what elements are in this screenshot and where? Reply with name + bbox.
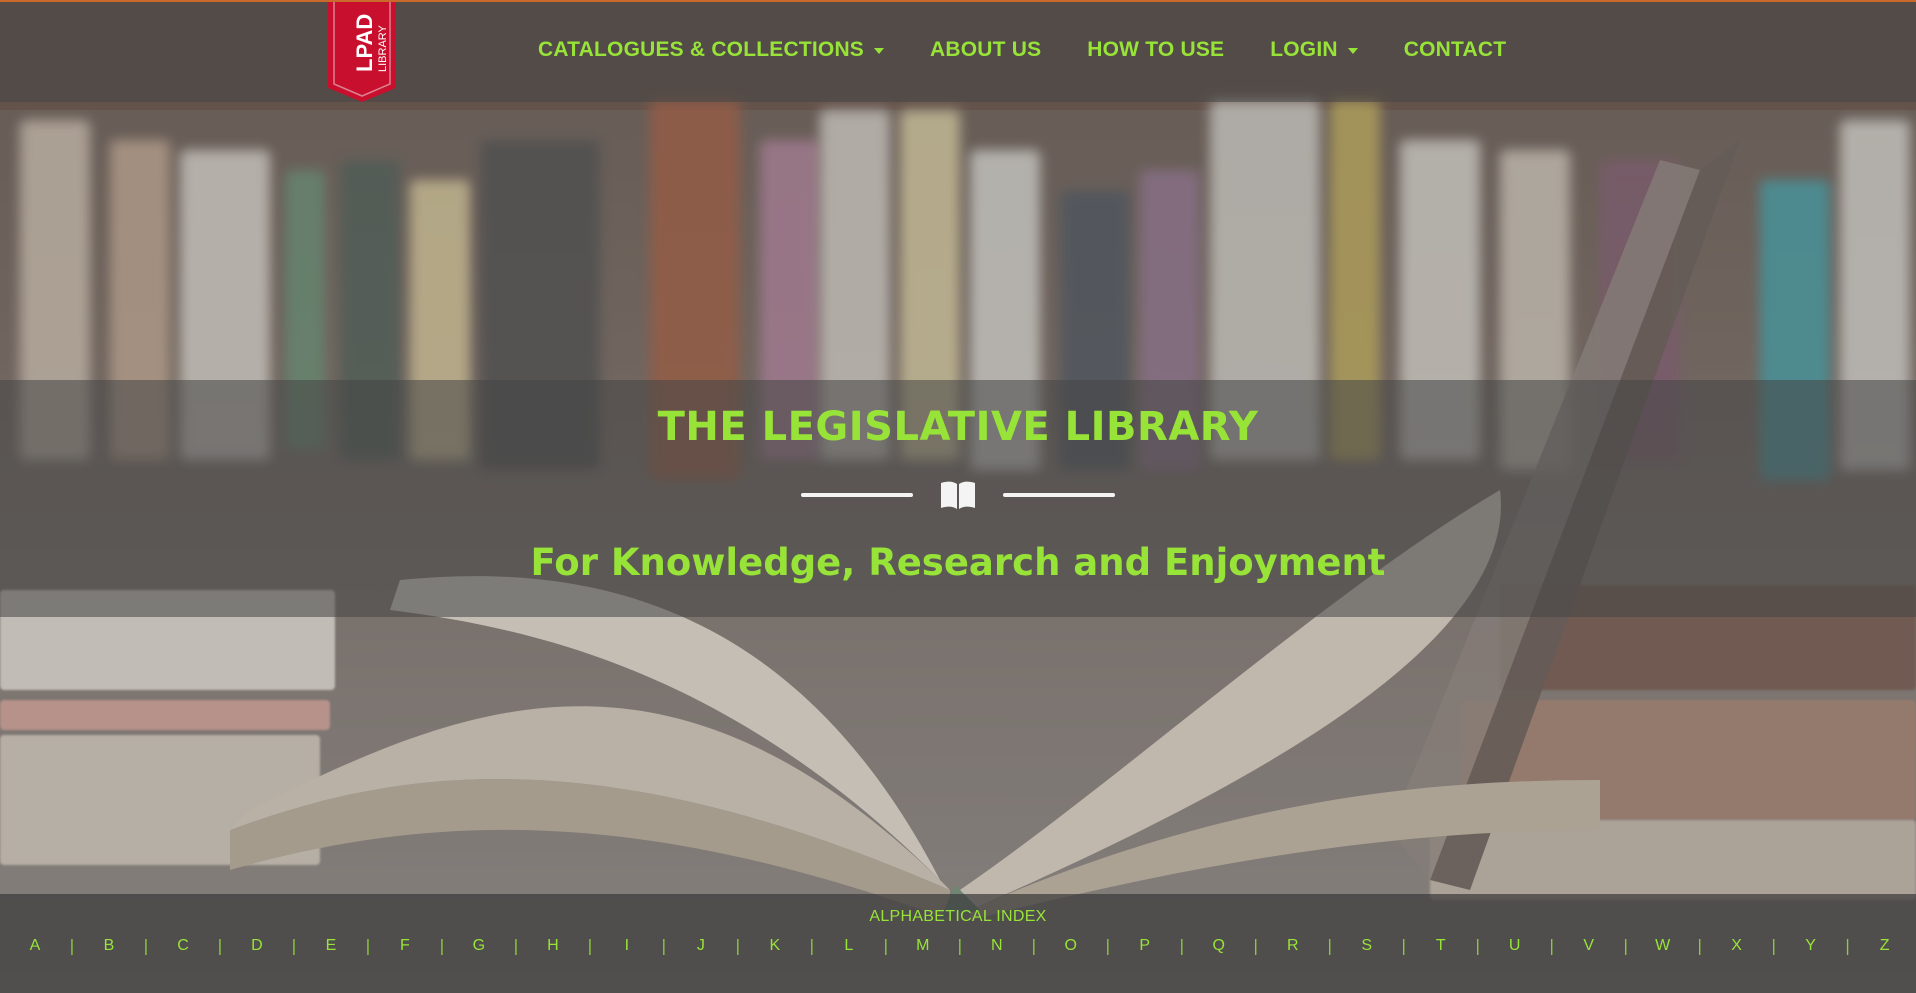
index-letter-w[interactable]: W [1654, 937, 1672, 955]
index-separator: | [883, 936, 889, 955]
index-letter-h[interactable]: H [544, 937, 562, 955]
title-divider [0, 480, 1916, 510]
index-letter-d[interactable]: D [248, 937, 266, 955]
index-letter-j[interactable]: J [692, 937, 710, 955]
index-separator: | [439, 936, 445, 955]
nav-label: ABOUT US [930, 38, 1042, 61]
index-separator: | [1327, 936, 1333, 955]
index-separator: | [291, 936, 297, 955]
divider-line-left [801, 493, 913, 497]
index-separator: | [809, 936, 815, 955]
index-letter-z[interactable]: Z [1876, 937, 1894, 955]
index-separator: | [735, 936, 741, 955]
nav-label: HOW TO USE [1087, 38, 1225, 61]
index-separator: | [1696, 936, 1703, 955]
index-separator: | [513, 936, 519, 955]
index-letter-k[interactable]: K [766, 937, 784, 955]
nav-contact[interactable]: CONTACT [1404, 38, 1507, 62]
index-letter-v[interactable]: V [1580, 937, 1598, 955]
open-book-icon [941, 481, 975, 509]
logo-sub-text: LIBRARY [377, 24, 389, 72]
index-separator: | [1548, 936, 1555, 955]
nav-about-us[interactable]: ABOUT US [930, 38, 1041, 62]
index-letter-g[interactable]: G [470, 937, 488, 955]
index-separator: | [1253, 936, 1259, 955]
index-letter-b[interactable]: B [100, 937, 118, 955]
index-separator: | [1475, 936, 1481, 955]
index-letter-t[interactable]: T [1432, 937, 1450, 955]
chevron-down-icon [1347, 48, 1358, 54]
logo-ribbon-icon: LPAD LIBRARY [328, 0, 396, 102]
index-separator: | [1105, 936, 1111, 955]
index-letter-c[interactable]: C [174, 937, 192, 955]
index-letter-q[interactable]: Q [1210, 937, 1228, 955]
index-separator: | [1179, 936, 1185, 955]
index-letter-y[interactable]: Y [1802, 937, 1820, 955]
alphabet-letter-list: A | B | C | D | E | F | G | H | I | J | K | L | M | N | O | P | Q | R | S | T |… [0, 936, 1916, 955]
index-separator: | [217, 936, 223, 955]
index-separator: | [661, 936, 667, 955]
index-letter-l[interactable]: L [840, 937, 858, 955]
index-letter-p[interactable]: P [1136, 937, 1154, 955]
index-letter-u[interactable]: U [1506, 937, 1524, 955]
nav-catalogues-collections[interactable]: CATALOGUES & COLLECTIONS [538, 38, 885, 62]
index-letter-i[interactable]: I [618, 937, 636, 955]
index-separator: | [587, 936, 593, 955]
top-accent-line [0, 0, 1916, 2]
page-subtitle: For Knowledge, Research and Enjoyment [530, 541, 1386, 584]
index-letter-o[interactable]: O [1062, 937, 1080, 955]
index-separator: | [1401, 936, 1407, 955]
index-separator: | [1844, 936, 1851, 955]
index-separator: | [143, 936, 149, 955]
index-letter-e[interactable]: E [322, 937, 340, 955]
index-separator: | [69, 936, 75, 955]
logo-main-text: LPAD [352, 14, 377, 72]
chevron-down-icon [874, 48, 885, 54]
alphabetical-index-title: ALPHABETICAL INDEX [869, 908, 1047, 925]
index-separator: | [1031, 936, 1037, 955]
index-letter-m[interactable]: M [914, 937, 932, 955]
index-letter-x[interactable]: X [1728, 937, 1746, 955]
index-letter-n[interactable]: N [988, 937, 1006, 955]
alphabetical-index-bar: ALPHABETICAL INDEX A | B | C | D | E | F | G | H | I | J | K… [0, 894, 1916, 993]
main-navigation: CATALOGUES & COLLECTIONS ABOUT US HOW TO… [538, 38, 1552, 62]
divider-line-right [1003, 493, 1115, 497]
index-letter-a[interactable]: A [26, 937, 44, 955]
nav-login[interactable]: LOGIN [1270, 38, 1358, 62]
nav-label: CATALOGUES & COLLECTIONS [538, 38, 865, 61]
index-letter-s[interactable]: S [1358, 937, 1376, 955]
nav-label: CONTACT [1403, 38, 1507, 61]
index-separator: | [957, 936, 963, 955]
index-letter-f[interactable]: F [396, 937, 414, 955]
page-title: THE LEGISLATIVE LIBRARY [657, 404, 1259, 450]
index-letter-r[interactable]: R [1284, 937, 1302, 955]
nav-how-to-use[interactable]: HOW TO USE [1087, 38, 1224, 62]
nav-label: LOGIN [1270, 38, 1338, 61]
site-logo[interactable]: LPAD LIBRARY [328, 0, 396, 102]
index-separator: | [1770, 936, 1777, 955]
top-navbar: LPAD LIBRARY CATALOGUES & COLLECTIONS AB… [0, 0, 1916, 102]
index-separator: | [365, 936, 371, 955]
hero-banner: THE LEGISLATIVE LIBRARY For Knowledge, R… [0, 380, 1916, 617]
index-separator: | [1622, 936, 1629, 955]
